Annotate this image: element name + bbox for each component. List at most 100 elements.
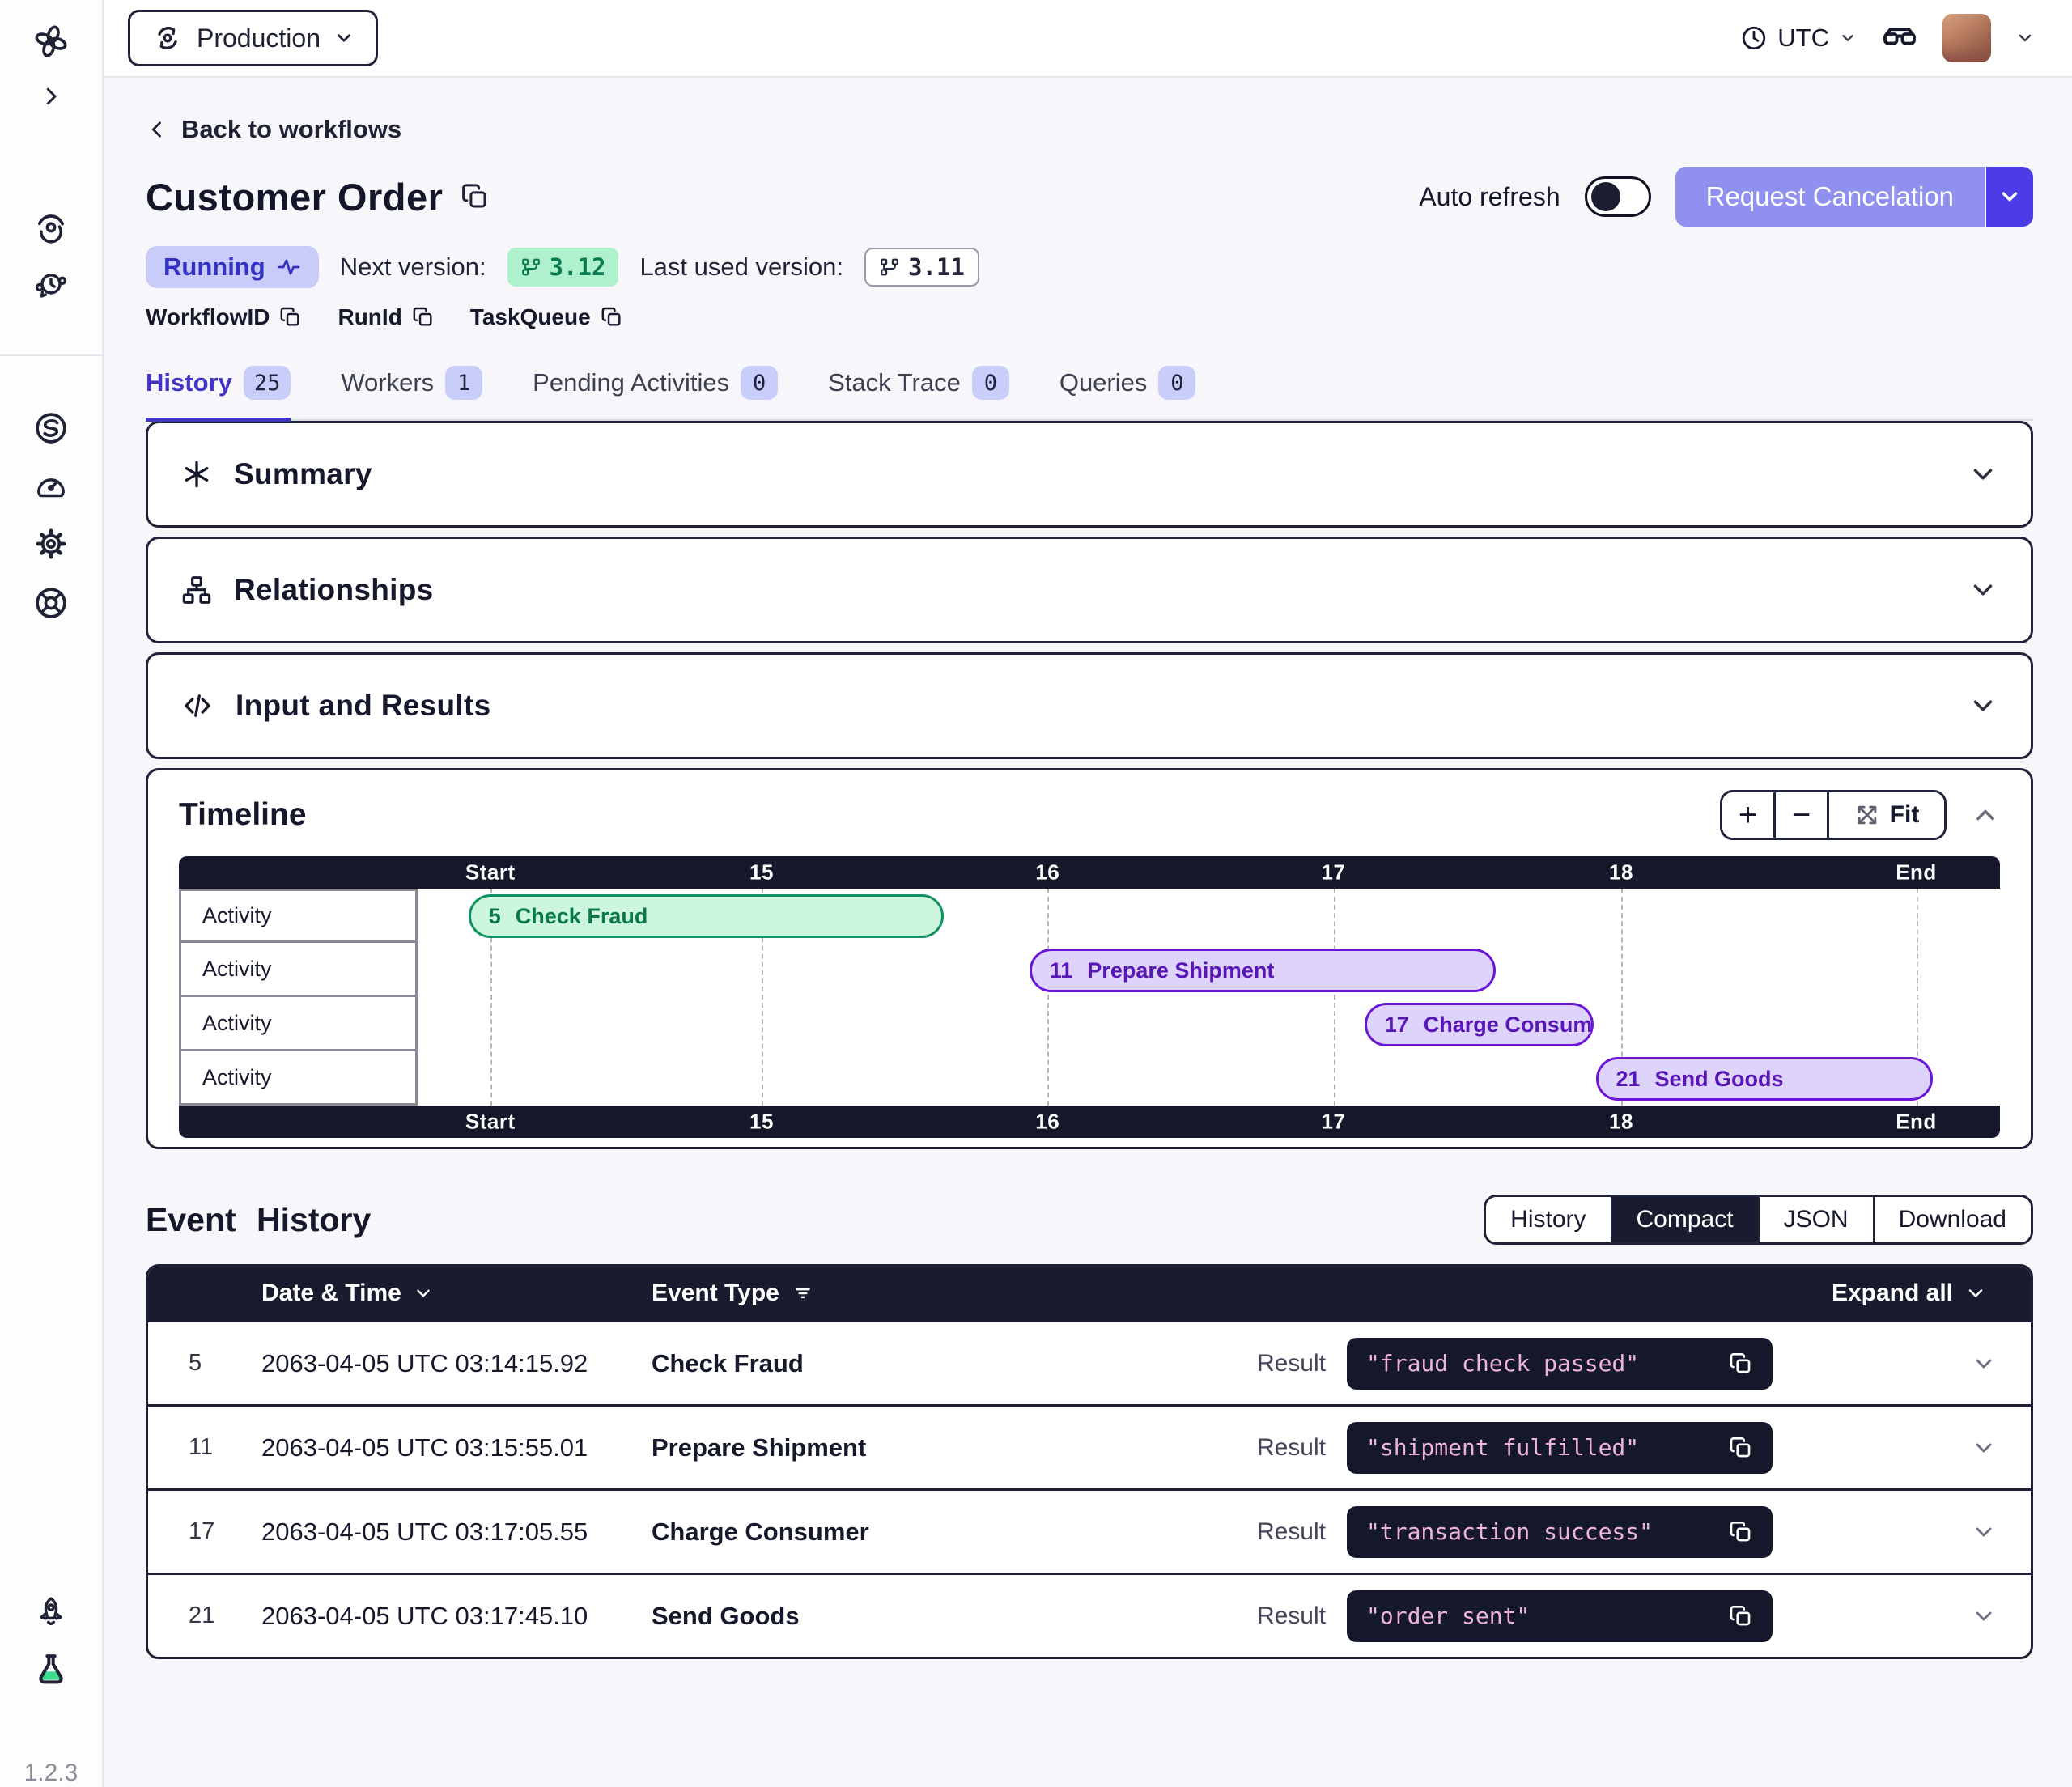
timeline-title: Timeline: [179, 797, 307, 833]
event-row-send-goods[interactable]: 21 2063-04-05 UTC 03:17:45.10 Send Goods…: [148, 1573, 2031, 1657]
fit-button[interactable]: Fit: [1829, 792, 1944, 838]
timezone-selector[interactable]: UTC: [1740, 23, 1857, 53]
auto-refresh-toggle[interactable]: [1585, 176, 1651, 217]
sidebar-item-usage-icon[interactable]: [33, 468, 69, 503]
next-version-value: 3.12: [550, 253, 606, 281]
timeline-bar-send-goods[interactable]: 21Send Goods: [1596, 1057, 1933, 1101]
copy-icon: [412, 306, 435, 329]
tab-stack-trace-count: 0: [972, 366, 1009, 400]
row-expand-chevron-icon[interactable]: [1971, 1603, 1997, 1629]
avatar[interactable]: [1942, 14, 1991, 62]
view-compact-button[interactable]: Compact: [1612, 1197, 1760, 1242]
environment-cycle-icon: [151, 22, 184, 54]
zoom-out-button[interactable]: −: [1776, 792, 1829, 838]
tab-history-count: 25: [244, 366, 291, 400]
app-logo-icon: [32, 23, 70, 60]
cancel-dropdown-caret[interactable]: [1985, 167, 2033, 227]
expand-all-button[interactable]: Expand all: [1832, 1280, 2031, 1307]
timeline-bar-prepare-shipment[interactable]: 11Prepare Shipment: [1030, 949, 1496, 992]
column-datetime[interactable]: Date & Time: [261, 1280, 652, 1307]
app-version: 1.2.3: [24, 1759, 79, 1787]
timezone-label: UTC: [1777, 23, 1829, 53]
request-cancelation-button[interactable]: Request Cancelation: [1675, 167, 2033, 227]
chevron-down-icon: [333, 28, 355, 49]
event-history-view-switcher: History Compact JSON Download: [1484, 1195, 2033, 1245]
workflow-id-copy[interactable]: WorkflowID: [146, 304, 302, 330]
asterisk-icon: [180, 458, 213, 490]
copy-icon[interactable]: [1729, 1436, 1753, 1460]
result-code-pill[interactable]: "transaction success": [1347, 1506, 1773, 1558]
gridline: [1334, 889, 1335, 1106]
pulse-icon: [277, 255, 301, 279]
result-code-pill[interactable]: "fraud check passed": [1347, 1338, 1773, 1390]
tab-queries-count: 0: [1158, 366, 1195, 400]
detail-tabs: History 25 Workers 1 Pending Activities …: [146, 366, 2033, 421]
timeline-zoom-controls: + − Fit: [1720, 790, 1947, 840]
timeline-row-label: Activity: [179, 940, 418, 997]
timeline-collapse-icon[interactable]: [1971, 800, 2000, 830]
copy-icon[interactable]: [1729, 1520, 1753, 1544]
labs-flask-icon[interactable]: [32, 1651, 70, 1688]
view-download-button[interactable]: Download: [1875, 1197, 2031, 1242]
column-event-type[interactable]: Event Type: [652, 1280, 813, 1307]
tab-stack-trace[interactable]: Stack Trace 0: [828, 366, 1009, 422]
sidebar-item-namespaces-icon[interactable]: [32, 207, 70, 244]
tab-workers[interactable]: Workers 1: [341, 366, 482, 422]
tab-queries[interactable]: Queries 0: [1059, 366, 1196, 422]
result-code-pill[interactable]: "order sent": [1347, 1590, 1773, 1642]
sidebar-expand-icon[interactable]: [39, 84, 63, 108]
row-expand-chevron-icon[interactable]: [1971, 1351, 1997, 1377]
tab-workers-count: 1: [445, 366, 482, 400]
event-row-charge-consumer[interactable]: 17 2063-04-05 UTC 03:17:05.55 Charge Con…: [148, 1488, 2031, 1573]
event-history-title: Event History: [146, 1201, 371, 1239]
view-json-button[interactable]: JSON: [1760, 1197, 1875, 1242]
relationships-accordion[interactable]: Relationships: [146, 537, 2033, 643]
timeline-bar-check-fraud[interactable]: 5Check Fraud: [469, 894, 944, 938]
row-expand-chevron-icon[interactable]: [1971, 1435, 1997, 1461]
back-to-workflows-link[interactable]: Back to workflows: [146, 115, 401, 144]
sidebar-item-settings-gear-icon[interactable]: [33, 526, 69, 562]
rocket-icon[interactable]: [33, 1594, 69, 1630]
copy-icon[interactable]: [1729, 1604, 1753, 1628]
zoom-in-button[interactable]: +: [1722, 792, 1776, 838]
task-queue-label: TaskQueue: [470, 304, 591, 330]
chevron-down-icon[interactable]: [2015, 28, 2035, 48]
copy-icon: [279, 306, 302, 329]
environment-selector[interactable]: Production: [128, 10, 378, 66]
filter-icon: [792, 1283, 813, 1304]
chevron-down-icon: [1968, 459, 1998, 490]
result-code-pill[interactable]: "shipment fulfilled": [1347, 1422, 1773, 1474]
event-row-check-fraud[interactable]: 5 2063-04-05 UTC 03:14:15.92 Check Fraud…: [148, 1320, 2031, 1404]
input-results-accordion[interactable]: Input and Results: [146, 652, 2033, 759]
glasses-icon[interactable]: [1881, 19, 1918, 57]
chevron-left-icon: [146, 118, 168, 141]
copy-icon[interactable]: [1729, 1352, 1753, 1376]
timeline-panel: Timeline + − Fit: [146, 768, 2033, 1149]
back-link-label: Back to workflows: [181, 115, 401, 144]
run-id-copy[interactable]: RunId: [338, 304, 434, 330]
row-expand-chevron-icon[interactable]: [1971, 1519, 1997, 1545]
copy-title-icon[interactable]: [461, 182, 490, 211]
tab-pending-activities[interactable]: Pending Activities 0: [533, 366, 778, 422]
gridline: [1047, 889, 1049, 1106]
chevron-down-icon: [1839, 29, 1857, 47]
tab-pending-activities-count: 0: [741, 366, 778, 400]
environment-label: Production: [197, 23, 321, 53]
version-branch-icon: [520, 257, 541, 278]
timeline-bar-charge-consumer[interactable]: 17Charge Consumer: [1365, 1003, 1594, 1046]
sidebar-item-support-lifebuoy-icon[interactable]: [32, 584, 70, 622]
copy-icon: [601, 306, 623, 329]
version-branch-icon: [879, 257, 900, 278]
summary-accordion[interactable]: Summary: [146, 421, 2033, 528]
event-history-table: Date & Time Event Type Expand all 5 2063…: [146, 1264, 2033, 1659]
view-history-button[interactable]: History: [1486, 1197, 1611, 1242]
fit-expand-icon: [1854, 802, 1880, 828]
page-title: Customer Order: [146, 175, 443, 219]
task-queue-copy[interactable]: TaskQueue: [470, 304, 623, 330]
event-row-prepare-shipment[interactable]: 11 2063-04-05 UTC 03:15:55.01 Prepare Sh…: [148, 1404, 2031, 1488]
sidebar-item-nexus-icon[interactable]: [32, 410, 70, 447]
timeline-row-label: Activity: [179, 995, 418, 1051]
sidebar-item-schedules-icon[interactable]: [33, 267, 69, 303]
tab-history[interactable]: History 25: [146, 366, 291, 422]
main-area: Production UTC Back to workflows Custome…: [104, 0, 2072, 1787]
